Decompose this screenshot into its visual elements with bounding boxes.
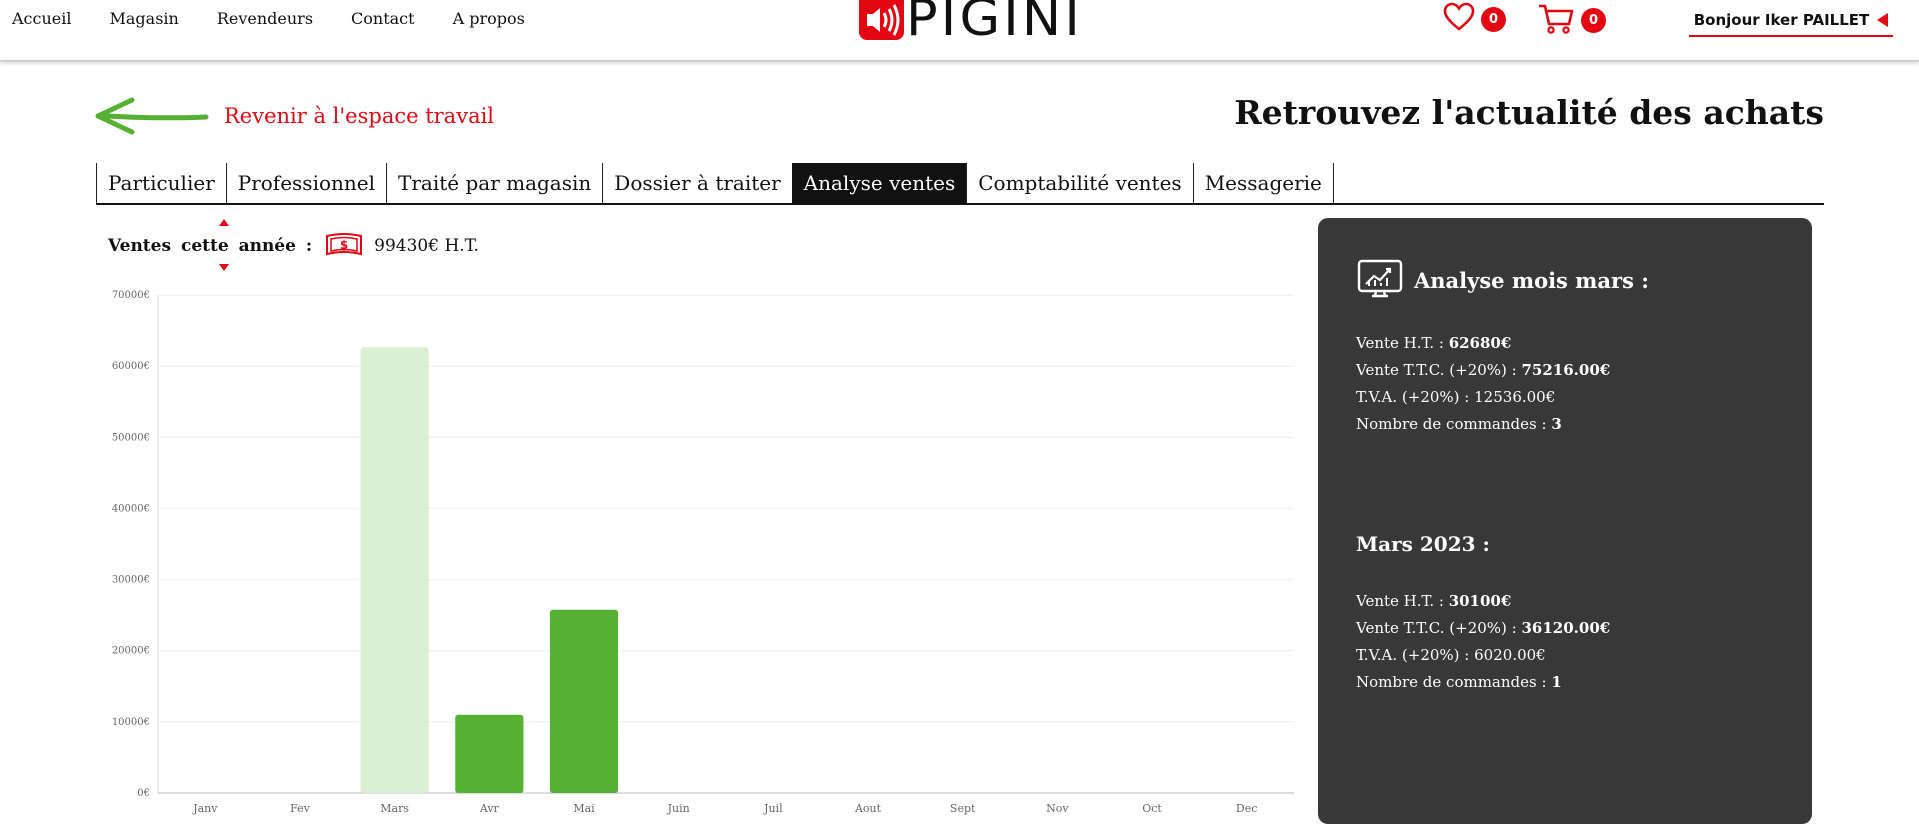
sales-label: Ventes cette année : (108, 236, 313, 256)
period-stats: Vente H.T. : 30100€ Vente T.T.C. (+20%) … (1356, 588, 1610, 696)
y-tick-label: 10000€ (112, 717, 150, 728)
x-tick-label: Dec (1236, 802, 1258, 815)
y-tick-label: 60000€ (112, 361, 150, 372)
top-navbar: Accueil Magasin Revendeurs Contact A pro… (0, 0, 1919, 62)
sales-total: 99430€ H.T. (374, 236, 479, 256)
analysis-title: Analyse mois mars : (1414, 267, 1649, 293)
bar-avr (455, 714, 524, 793)
x-tick-label: Mars (380, 802, 409, 815)
bar-mai (549, 609, 619, 793)
chart-monitor-icon (1357, 259, 1403, 298)
sort-up-icon[interactable] (219, 219, 229, 226)
tab-bar: Particulier Professionnel Traité par mag… (96, 163, 1824, 205)
cart-button[interactable]: 0 (1537, 2, 1606, 34)
analysis-header: Analyse mois mars : (1356, 258, 1649, 302)
page-title: Retrouvez l'actualité des achats (1234, 93, 1824, 132)
tab-messagerie[interactable]: Messagerie (1192, 163, 1334, 203)
user-menu[interactable]: Bonjour Iker PAILLET (1689, 5, 1893, 37)
arrow-left-icon (95, 97, 209, 135)
period-title: Mars 2023 : (1356, 532, 1490, 556)
y-tick-label: 30000€ (112, 575, 150, 586)
period-stat-ht: Vente H.T. : 30100€ (1356, 592, 1512, 610)
x-tick-label: Nov (1046, 802, 1069, 815)
sales-summary: Ventes cette année : $ 99430€ H.T. (108, 219, 479, 271)
nav-magasin[interactable]: Magasin (109, 9, 178, 28)
x-tick-label: Juin (667, 802, 690, 815)
user-greeting: Bonjour Iker PAILLET (1693, 11, 1870, 29)
x-tick-label: Oct (1142, 802, 1162, 815)
tab-dossier-a-traiter[interactable]: Dossier à traiter (602, 163, 791, 203)
main-nav: Accueil Magasin Revendeurs Contact A pro… (12, 9, 525, 28)
sound-waves-icon (859, 0, 904, 40)
bar-mars (360, 347, 429, 793)
y-tick-label: 20000€ (112, 646, 150, 657)
bar-chart: 0€ 10000€ 20000€ 30000€ 40000€ 50000€ 60000€ 70… (112, 290, 1294, 815)
sort-down-icon[interactable] (219, 264, 229, 271)
nav-accueil[interactable]: Accueil (12, 9, 71, 28)
heart-icon (1443, 2, 1475, 31)
cart-count-badge: 0 (1581, 7, 1606, 33)
nav-contact[interactable]: Contact (351, 9, 415, 28)
back-link-label: Revenir à l'espace travail (224, 104, 495, 128)
caret-left-icon (1877, 13, 1889, 27)
tab-particulier[interactable]: Particulier (96, 163, 226, 203)
nav-a-propos[interactable]: A propos (453, 9, 525, 28)
wishlist-count-badge: 0 (1481, 6, 1506, 32)
month-stat-ttc: Vente T.T.C. (+20%) : 75216.00€ (1356, 361, 1611, 379)
cart-icon (1539, 4, 1574, 34)
month-stat-tva: T.V.A. (+20%) : 12536.00€ (1356, 388, 1556, 406)
tab-professionnel[interactable]: Professionnel (225, 163, 386, 203)
wishlist-button[interactable]: 0 (1443, 2, 1506, 32)
analysis-panel: Analyse mois mars : Vente H.T. : 62680€ … (1318, 218, 1812, 824)
x-tick-label: Mai (573, 802, 595, 815)
monthly-sales-chart: 0€ 10000€ 20000€ 30000€ 40000€ 50000€ 60000€ 70… (96, 278, 1306, 818)
brand-logo[interactable]: PIGINI (859, 0, 1080, 43)
y-tick-label: 0€ (137, 788, 150, 799)
month-stats: Vente H.T. : 62680€ Vente T.T.C. (+20%) … (1356, 330, 1610, 438)
x-tick-label: Avr (479, 802, 500, 815)
money-icon: $ (324, 230, 364, 263)
tab-analyse-ventes[interactable]: Analyse ventes (791, 163, 967, 203)
period-stat-ttc: Vente T.T.C. (+20%) : 36120.00€ (1356, 619, 1611, 637)
y-tick-label: 40000€ (112, 503, 150, 514)
logo-text: PIGINI (906, 0, 1083, 47)
y-tick-label: 70000€ (112, 290, 150, 301)
month-stat-orders: Nombre de commandes : 3 (1356, 415, 1562, 433)
nav-revendeurs[interactable]: Revendeurs (217, 9, 313, 28)
period-stat-tva: T.V.A. (+20%) : 6020.00€ (1356, 646, 1546, 664)
x-tick-label: Janv (192, 802, 218, 815)
tab-comptabilite-ventes[interactable]: Comptabilité ventes (966, 163, 1192, 203)
x-tick-label: Fev (290, 802, 311, 815)
tab-traite-par-magasin[interactable]: Traité par magasin (386, 163, 602, 203)
back-to-workspace-link[interactable]: Revenir à l'espace travail (92, 96, 494, 136)
svg-text:$: $ (340, 238, 348, 252)
month-stat-ht: Vente H.T. : 62680€ (1356, 334, 1512, 352)
x-tick-label: Aout (854, 802, 882, 815)
x-tick-label: Sept (950, 802, 976, 815)
x-tick-label: Juil (763, 802, 783, 815)
period-stat-orders: Nombre de commandes : 1 (1356, 673, 1562, 691)
y-tick-label: 50000€ (112, 432, 150, 443)
